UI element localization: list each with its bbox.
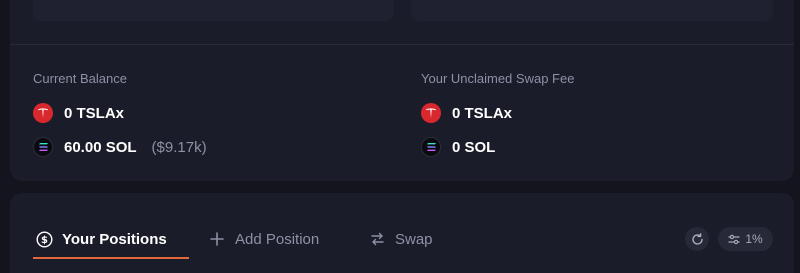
card-stub-left <box>33 0 394 21</box>
slippage-button[interactable]: 1% <box>718 227 773 251</box>
card-stub-right <box>411 0 773 21</box>
tab-add-position-label: Add Position <box>235 230 320 248</box>
tab-swap[interactable]: Swap <box>368 229 433 249</box>
plus-icon <box>208 230 226 248</box>
current-balance-section: Current Balance 0 TSLAx 60.00 SOL ($9.17… <box>33 71 207 157</box>
refresh-icon <box>691 232 704 246</box>
solana-icon <box>33 137 53 157</box>
tab-your-positions[interactable]: $ Your Positions <box>35 229 167 249</box>
tab-swap-label: Swap <box>395 230 433 248</box>
balance-tsla-amount: 0 TSLAx <box>64 104 125 122</box>
unclaimed-swap-fee-section: Your Unclaimed Swap Fee 0 TSLAx 0 SOL <box>421 71 574 157</box>
tesla-icon <box>421 103 441 123</box>
dollar-circle-icon: $ <box>35 230 53 248</box>
fee-tsla-row: 0 TSLAx <box>421 103 574 123</box>
tesla-icon <box>33 103 53 123</box>
fee-sol-row: 0 SOL <box>421 137 574 157</box>
fee-sol-amount: 0 SOL <box>452 138 496 156</box>
divider <box>10 44 794 45</box>
balance-sol-amount: 60.00 SOL <box>64 138 137 156</box>
balance-tsla-row: 0 TSLAx <box>33 103 207 123</box>
swap-fee-title: Your Unclaimed Swap Fee <box>421 71 575 86</box>
tab-add-position[interactable]: Add Position <box>208 229 319 249</box>
svg-text:$: $ <box>41 235 48 246</box>
balance-panel: Current Balance 0 TSLAx 60.00 SOL ($9.17… <box>10 0 794 181</box>
current-balance-title: Current Balance <box>33 71 127 86</box>
solana-icon <box>421 137 441 157</box>
balance-sol-usd: ($9.17k) <box>151 138 207 156</box>
swap-arrows-icon <box>368 230 386 248</box>
active-tab-indicator <box>33 257 189 259</box>
tab-your-positions-label: Your Positions <box>62 230 167 248</box>
positions-panel: $ Your Positions Add Position Swap 1% <box>10 193 794 273</box>
slippage-value: 1% <box>745 232 763 246</box>
balance-sol-row: 60.00 SOL ($9.17k) <box>33 137 207 157</box>
fee-tsla-amount: 0 TSLAx <box>452 104 513 122</box>
sliders-icon <box>728 234 740 245</box>
refresh-button[interactable] <box>685 227 709 251</box>
